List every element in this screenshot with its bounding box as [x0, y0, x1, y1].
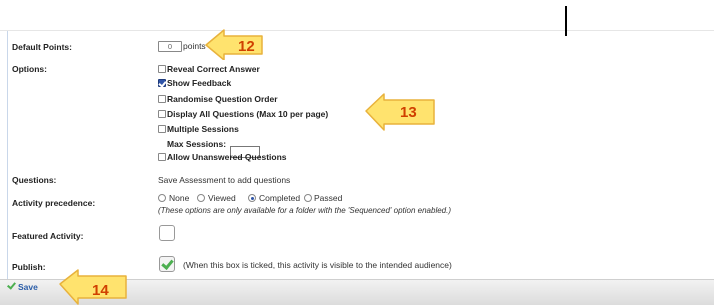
multiple-sessions-checkbox[interactable] [158, 125, 166, 133]
randomise-question-order-checkbox[interactable] [158, 95, 166, 103]
save-button[interactable]: Save [7, 280, 38, 292]
featured-activity-label: Featured Activity: [12, 231, 84, 241]
questions-text: Save Assessment to add questions [158, 175, 291, 185]
check-icon [7, 280, 16, 290]
checkmark-icon [161, 257, 174, 270]
precedence-passed-label: Passed [314, 193, 343, 203]
activity-precedence-label: Activity precedence: [12, 198, 96, 208]
allow-unanswered-checkbox[interactable] [158, 153, 166, 161]
publish-label: Publish: [12, 262, 46, 272]
precedence-completed-radio[interactable] [248, 194, 256, 202]
display-all-questions-checkbox[interactable] [158, 110, 166, 118]
callout-number-13: 13 [400, 104, 417, 121]
precedence-none-label: None [169, 193, 190, 203]
featured-activity-checkbox[interactable] [159, 225, 175, 241]
multiple-sessions-label: Multiple Sessions [167, 124, 239, 134]
callout-number-12: 12 [238, 38, 255, 55]
show-feedback-label: Show Feedback [167, 78, 232, 88]
left-border [7, 31, 8, 279]
reveal-correct-answer-checkbox[interactable] [158, 65, 166, 73]
display-all-questions-label: Display All Questions (Max 10 per page) [167, 109, 329, 119]
questions-label: Questions: [12, 175, 57, 185]
options-label: Options: [12, 64, 47, 74]
max-sessions-label: Max Sessions: [167, 139, 227, 149]
show-feedback-checkbox[interactable] [158, 79, 166, 87]
text-cursor [565, 6, 567, 36]
default-points-label: Default Points: [12, 42, 72, 52]
precedence-note: (These options are only available for a … [158, 206, 452, 215]
precedence-completed-label: Completed [259, 193, 301, 203]
top-strip [0, 0, 714, 30]
allow-unanswered-label: Allow Unanswered Questions [167, 152, 287, 162]
reveal-correct-answer-label: Reveal Correct Answer [167, 64, 260, 74]
precedence-viewed-radio[interactable] [197, 194, 205, 202]
default-points-input[interactable]: 0 [158, 41, 182, 52]
callout-number-14: 14 [92, 282, 109, 299]
precedence-none-radio[interactable] [158, 194, 166, 202]
publish-checkbox[interactable] [159, 256, 175, 272]
divider [0, 30, 714, 31]
publish-note: (When this box is ticked, this activity … [183, 260, 452, 270]
randomise-question-order-label: Randomise Question Order [167, 94, 278, 104]
save-label: Save [18, 282, 38, 292]
precedence-passed-radio[interactable] [304, 194, 312, 202]
points-suffix: points [183, 41, 206, 51]
precedence-viewed-label: Viewed [208, 193, 236, 203]
